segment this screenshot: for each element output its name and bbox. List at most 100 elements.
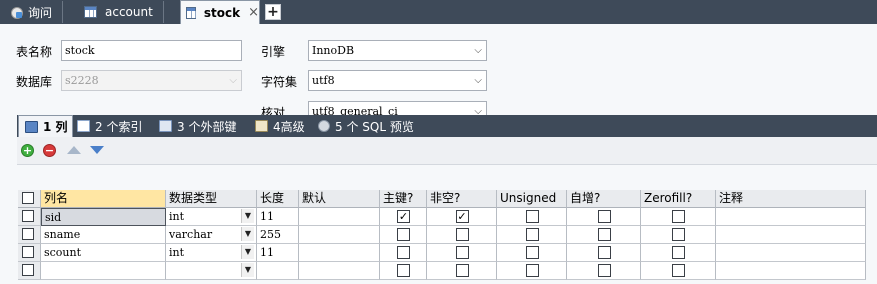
- dropdown-arrow-icon[interactable]: ▼: [241, 263, 254, 277]
- header-comment[interactable]: 注释: [716, 190, 866, 208]
- add-column-button[interactable]: +: [21, 144, 34, 157]
- tab-indexes-label: 2 个索引: [95, 119, 143, 134]
- unsigned-checkbox[interactable]: [525, 246, 539, 259]
- add-tab-button[interactable]: +: [265, 4, 281, 20]
- zerofill-checkbox[interactable]: [672, 264, 685, 277]
- not-null-checkbox[interactable]: ✓: [455, 210, 469, 223]
- default-cell[interactable]: [299, 262, 380, 280]
- row-select-cell[interactable]: [18, 244, 41, 262]
- zerofill-checkbox[interactable]: [672, 228, 685, 241]
- data-type-cell[interactable]: varchar ▼: [166, 226, 257, 244]
- tab-advanced[interactable]: 4高级: [255, 115, 305, 137]
- row-select-cell[interactable]: [18, 208, 41, 226]
- row-select-cell[interactable]: [18, 226, 41, 244]
- length-cell[interactable]: 255: [257, 226, 299, 244]
- row-select-checkbox[interactable]: [22, 228, 34, 240]
- row-select-checkbox[interactable]: [22, 246, 34, 258]
- table-row[interactable]: ▼: [18, 262, 866, 280]
- tab-query[interactable]: 询问: [10, 1, 64, 23]
- zerofill-cell: [641, 244, 716, 262]
- default-cell[interactable]: [299, 208, 380, 226]
- header-column-name[interactable]: 列名: [41, 190, 166, 208]
- default-cell[interactable]: [299, 244, 380, 262]
- tab-account-label: account: [105, 5, 153, 19]
- primary-key-checkbox[interactable]: ✓: [397, 210, 410, 223]
- columns-icon: [25, 120, 38, 133]
- header-zerofill[interactable]: Zerofill?: [641, 190, 716, 208]
- table-name-input[interactable]: stock: [61, 40, 242, 61]
- unsigned-checkbox[interactable]: [525, 228, 539, 241]
- dropdown-arrow-icon[interactable]: ▼: [241, 227, 254, 241]
- unsigned-checkbox[interactable]: [525, 210, 539, 223]
- auto-increment-checkbox[interactable]: [597, 246, 611, 259]
- database-select[interactable]: s2228 ⌵: [61, 70, 242, 91]
- column-name-cell[interactable]: [41, 262, 166, 280]
- not-null-checkbox[interactable]: [455, 228, 469, 241]
- tab-query-label: 询问: [28, 5, 53, 20]
- row-select-checkbox[interactable]: [22, 264, 34, 276]
- primary-key-cell: [380, 244, 427, 262]
- tab-stock[interactable]: stock ×: [180, 0, 260, 24]
- header-unsigned[interactable]: Unsigned: [497, 190, 567, 208]
- column-name-cell[interactable]: scount: [41, 244, 166, 262]
- foreign-key-icon: [159, 120, 172, 132]
- primary-key-checkbox[interactable]: [397, 264, 410, 277]
- engine-select[interactable]: InnoDB ⌵: [308, 40, 487, 61]
- tab-account[interactable]: account: [84, 1, 164, 23]
- table-row[interactable]: scount int ▼ 11: [18, 244, 866, 262]
- data-type-cell[interactable]: int ▼: [166, 208, 257, 226]
- not-null-checkbox[interactable]: [455, 246, 469, 259]
- select-all-checkbox[interactable]: [22, 192, 34, 204]
- not-null-checkbox[interactable]: [455, 264, 469, 277]
- charset-select[interactable]: utf8 ⌵: [308, 70, 487, 91]
- unsigned-checkbox[interactable]: [525, 264, 539, 277]
- column-name-cell[interactable]: sname: [41, 226, 166, 244]
- header-data-type[interactable]: 数据类型: [166, 190, 257, 208]
- auto-increment-checkbox[interactable]: [597, 264, 611, 277]
- data-type-cell[interactable]: int ▼: [166, 244, 257, 262]
- column-name-cell[interactable]: sid: [41, 208, 166, 226]
- move-down-icon[interactable]: [90, 146, 104, 154]
- comment-cell[interactable]: [716, 226, 866, 244]
- length-cell[interactable]: [257, 262, 299, 280]
- not-null-cell: [427, 262, 497, 280]
- tab-indexes[interactable]: 2 个索引: [77, 115, 142, 137]
- row-select-checkbox[interactable]: [22, 210, 34, 222]
- primary-key-cell: [380, 226, 427, 244]
- table-section-tabs: 1 列 2 个索引 3 个外部键 4高级 5 个 SQL 预览: [17, 115, 877, 137]
- primary-key-checkbox[interactable]: [397, 246, 410, 259]
- tab-advanced-label: 4高级: [273, 119, 305, 134]
- dropdown-arrow-icon[interactable]: ▼: [241, 245, 254, 259]
- comment-cell[interactable]: [716, 244, 866, 262]
- data-type-cell[interactable]: ▼: [166, 262, 257, 280]
- dropdown-arrow-icon[interactable]: ▼: [241, 209, 254, 223]
- tab-columns[interactable]: 1 列: [18, 115, 73, 137]
- comment-cell[interactable]: [716, 262, 866, 280]
- default-cell[interactable]: [299, 226, 380, 244]
- database-select-value: s2228: [65, 74, 99, 87]
- remove-column-button[interactable]: −: [43, 144, 56, 157]
- length-cell[interactable]: 11: [257, 208, 299, 226]
- select-all-cell[interactable]: [18, 190, 41, 208]
- close-tab-icon[interactable]: ×: [248, 5, 259, 20]
- tab-foreign-keys[interactable]: 3 个外部键: [159, 115, 236, 137]
- primary-key-checkbox[interactable]: [397, 228, 410, 241]
- table-row[interactable]: sid int ▼ 11 ✓ ✓: [18, 208, 866, 226]
- auto-increment-checkbox[interactable]: [597, 210, 611, 223]
- auto-increment-checkbox[interactable]: [597, 228, 611, 241]
- tab-sql-preview[interactable]: 5 个 SQL 预览: [318, 115, 414, 137]
- row-select-cell[interactable]: [18, 262, 41, 280]
- comment-cell[interactable]: [716, 208, 866, 226]
- table-row[interactable]: sname varchar ▼ 255: [18, 226, 866, 244]
- zerofill-checkbox[interactable]: [672, 210, 685, 223]
- table-name-label: 表名称: [16, 45, 53, 59]
- header-not-null[interactable]: 非空?: [427, 190, 497, 208]
- move-up-icon[interactable]: [67, 146, 81, 154]
- header-auto-increment[interactable]: 自增?: [567, 190, 641, 208]
- header-primary-key[interactable]: 主键?: [380, 190, 427, 208]
- zerofill-checkbox[interactable]: [672, 246, 685, 259]
- auto-increment-cell: [567, 262, 641, 280]
- header-length[interactable]: 长度: [257, 190, 299, 208]
- header-default[interactable]: 默认: [299, 190, 380, 208]
- length-cell[interactable]: 11: [257, 244, 299, 262]
